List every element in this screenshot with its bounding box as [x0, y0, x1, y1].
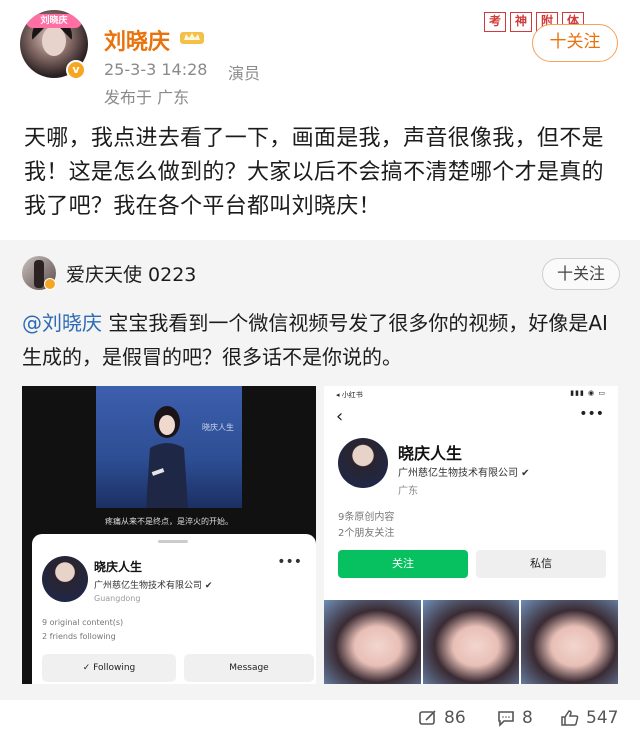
- direct-message-button[interactable]: 私信: [476, 550, 606, 578]
- repost-text: @刘晓庆 宝宝我看到一个微信视频号发了很多你的视频，好像是AI生成的，是假冒的吧…: [22, 306, 622, 374]
- embedded-image-right[interactable]: ◂ 小红书 ▮▮▮ ◉ ▭ ‹ ••• 晓庆人生 广州慈亿生物技术有限公司 ✔ …: [324, 386, 618, 684]
- status-bar-app: ◂ 小红书: [336, 391, 363, 399]
- crown-icon: [180, 32, 204, 44]
- following-button[interactable]: ✓ Following: [42, 654, 176, 682]
- author-name[interactable]: 刘晓庆: [104, 24, 170, 56]
- like-count: 547: [586, 708, 619, 728]
- profile-content-count: 9 original content(s): [42, 618, 124, 627]
- verified-badge-icon: v: [66, 60, 86, 80]
- post-location: 发布于 广东: [104, 88, 190, 107]
- action-bar: 86 8 547: [0, 700, 640, 741]
- profile-company: 广州慈亿生物技术有限公司 ✔: [94, 581, 213, 591]
- back-icon[interactable]: ‹: [336, 406, 343, 427]
- repost-body: 宝宝我看到一个微信视频号发了很多你的视频，好像是AI生成的，是假冒的吧？很多话不…: [22, 311, 608, 369]
- video-title: 晓庆人生: [202, 423, 234, 432]
- profile-avatar: [338, 438, 388, 488]
- video-thumbnail[interactable]: [521, 600, 618, 684]
- stamp-char: 考: [484, 12, 506, 32]
- repost-verified-icon: [44, 278, 56, 290]
- stamp-char: 神: [510, 12, 532, 32]
- wechat-follow-button[interactable]: 关注: [338, 550, 468, 578]
- profile-friends: 2个朋友关注: [338, 528, 395, 539]
- post-source: 演员: [228, 64, 261, 83]
- profile-avatar: [42, 556, 88, 602]
- like-action[interactable]: 547: [560, 708, 618, 728]
- profile-company: 广州慈亿生物技术有限公司 ✔: [398, 468, 530, 479]
- status-bar-icons: ▮▮▮ ◉ ▭: [570, 389, 606, 397]
- repost-action[interactable]: 86: [418, 708, 466, 728]
- more-icon[interactable]: •••: [579, 406, 604, 422]
- video-thumbnail[interactable]: [422, 600, 520, 684]
- video-thumbnails: [324, 600, 618, 684]
- video-thumbnail[interactable]: [324, 600, 421, 684]
- repost-follow-button[interactable]: 十关注: [542, 258, 620, 290]
- profile-name: 晓庆人生: [398, 444, 463, 463]
- profile-name: 晓庆人生: [94, 560, 143, 574]
- embedded-image-left[interactable]: 晓庆人生 疼痛从来不是终点，是淬火的开始。 晓庆人生 ••• 广州慈亿生物技术有…: [22, 386, 316, 684]
- repost-username[interactable]: 爱庆天使 0223: [66, 260, 196, 287]
- profile-friends: 2 friends following: [42, 632, 116, 641]
- drag-handle[interactable]: [158, 540, 188, 543]
- mention-link[interactable]: @刘晓庆: [22, 311, 102, 335]
- post-time: 25-3-3 14:28: [104, 60, 208, 79]
- video-frame: 晓庆人生: [96, 386, 242, 508]
- follow-button[interactable]: 十关注: [532, 24, 618, 62]
- profile-card: 晓庆人生 ••• 广州慈亿生物技术有限公司 ✔ Guangdong 9 orig…: [32, 534, 316, 684]
- speaker-figure: [146, 406, 188, 508]
- message-button[interactable]: Message: [184, 654, 314, 682]
- profile-content-count: 9条原创内容: [338, 512, 395, 523]
- comment-icon: [498, 711, 514, 727]
- repost-icon: [419, 710, 436, 725]
- avatar-face: [42, 26, 66, 56]
- avatar-sticker: 刘晓庆: [26, 14, 82, 28]
- profile-region: Guangdong: [94, 594, 141, 603]
- comment-count: 8: [522, 708, 533, 728]
- post-text: 天哪，我点进去看了一下，画面是我，声音很像我，但不是我！这是怎么做到的？大家以后…: [24, 126, 604, 219]
- repost-block[interactable]: 爱庆天使 0223 十关注 @刘晓庆 宝宝我看到一个微信视频号发了很多你的视频，…: [0, 240, 640, 700]
- more-icon[interactable]: •••: [277, 554, 302, 570]
- profile-region: 广东: [398, 486, 418, 497]
- video-subtitle: 疼痛从来不是终点，是淬火的开始。: [105, 517, 233, 526]
- thumbs-up-icon: [561, 710, 579, 726]
- repost-count: 86: [444, 708, 466, 728]
- comment-action[interactable]: 8: [496, 708, 533, 728]
